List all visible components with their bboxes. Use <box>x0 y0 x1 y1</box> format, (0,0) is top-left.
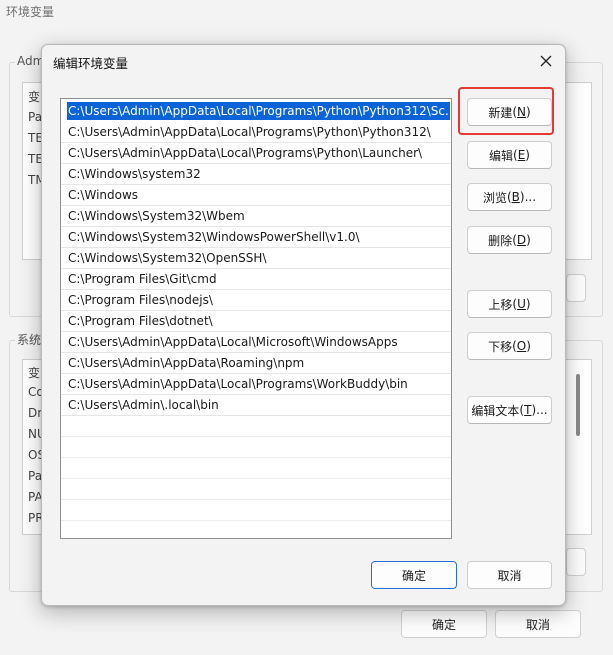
path-list[interactable]: C:\Users\Admin\AppData\Local\Programs\Py… <box>60 98 452 539</box>
empty-row[interactable] <box>61 416 451 437</box>
path-text: C:\Users\Admin\AppData\Local\Programs\Py… <box>67 102 450 120</box>
browse-button[interactable]: 浏览(B)... <box>467 183 552 211</box>
system-var-row: Pa <box>28 469 43 483</box>
path-row[interactable]: C:\Program Files\Git\cmd <box>61 269 451 290</box>
path-row[interactable]: C:\Users\Admin\AppData\Local\Programs\Py… <box>67 101 450 122</box>
ok-button[interactable]: 确定 <box>371 561 457 589</box>
system-var-row: 变 <box>28 366 41 380</box>
path-row[interactable]: C:\Windows\System32\Wbem <box>61 206 451 227</box>
empty-row[interactable] <box>61 500 451 521</box>
background-cancel-button[interactable]: 取消 <box>495 610 581 638</box>
user-variable-button[interactable] <box>566 274 586 302</box>
path-text: C:\Users\Admin\AppData\Local\Programs\Py… <box>68 146 423 160</box>
move-up-button-hotkey: U <box>517 297 526 311</box>
edit-text-button-hotkey: T <box>524 403 532 417</box>
path-row[interactable]: C:\Windows\System32\OpenSSH\ <box>61 248 451 269</box>
new-button-label: 新建 <box>488 105 513 120</box>
path-text: C:\Program Files\Git\cmd <box>68 272 217 286</box>
path-text: C:\Windows\System32\Wbem <box>68 209 245 223</box>
dialog-title: 编辑环境变量 <box>53 56 129 71</box>
empty-row[interactable] <box>61 437 451 458</box>
path-text: C:\Windows\system32 <box>68 167 201 181</box>
path-row[interactable]: C:\Program Files\nodejs\ <box>61 290 451 311</box>
path-text: C:\Windows <box>68 188 139 202</box>
system-variable-button[interactable] <box>566 548 586 576</box>
path-row[interactable]: C:\Windows\system32 <box>61 164 451 185</box>
browse-button-hotkey: B <box>511 190 520 204</box>
path-row[interactable]: C:\Program Files\dotnet\ <box>61 311 451 332</box>
user-var-row: 变 <box>28 90 41 104</box>
close-button[interactable] <box>534 50 558 72</box>
move-up-button-label: 上移 <box>488 297 513 312</box>
path-row[interactable]: C:\Users\Admin\.local\bin <box>61 395 451 416</box>
background-ok-button[interactable]: 确定 <box>401 610 487 638</box>
system-list-scrollbar[interactable] <box>576 374 580 436</box>
browse-button-suffix: ... <box>524 190 537 204</box>
path-text: C:\Program Files\dotnet\ <box>68 314 213 328</box>
path-text: C:\Windows\System32\OpenSSH\ <box>68 251 267 265</box>
new-button[interactable]: 新建(N) <box>467 98 552 126</box>
empty-row[interactable] <box>61 521 451 538</box>
path-text: C:\Windows\System32\WindowsPowerShell\v1… <box>68 230 360 244</box>
path-text: C:\Users\Admin\AppData\Local\Microsoft\W… <box>68 335 398 349</box>
path-row[interactable]: C:\Users\Admin\AppData\Roaming\npm <box>61 353 451 374</box>
user-var-row: Pa <box>28 110 43 124</box>
edit-text-button-label: 编辑文本 <box>471 403 520 418</box>
path-text: C:\Program Files\nodejs\ <box>68 293 213 307</box>
edit-text-button[interactable]: 编辑文本(T)... <box>467 396 552 424</box>
move-down-button[interactable]: 下移(O) <box>467 332 552 360</box>
browse-button-label: 浏览 <box>482 190 507 205</box>
path-text: C:\Users\Admin\.local\bin <box>68 398 219 412</box>
path-text: C:\Users\Admin\AppData\Local\Programs\Py… <box>68 125 431 139</box>
path-row[interactable]: C:\Windows <box>61 185 451 206</box>
new-button-hotkey: N <box>517 105 526 119</box>
close-icon <box>540 55 552 67</box>
cancel-button[interactable]: 取消 <box>467 561 552 589</box>
edit-button-hotkey: E <box>517 148 526 162</box>
edit-button[interactable]: 编辑(E) <box>467 141 552 169</box>
path-text: C:\Users\Admin\AppData\Roaming\npm <box>68 356 305 370</box>
empty-row[interactable] <box>61 458 451 479</box>
move-up-button[interactable]: 上移(U) <box>467 290 552 318</box>
path-row[interactable]: C:\Users\Admin\AppData\Local\Programs\Py… <box>61 143 451 164</box>
system-variables-label: 系统 <box>15 331 44 348</box>
window-title: 环境变量 <box>6 5 55 19</box>
path-text: C:\Users\Admin\AppData\Local\Programs\Wo… <box>68 377 408 391</box>
delete-button[interactable]: 删除(D) <box>467 226 552 254</box>
edit-button-label: 编辑 <box>489 148 514 163</box>
delete-button-label: 删除 <box>488 233 513 248</box>
path-row[interactable]: C:\Users\Admin\AppData\Local\Programs\Py… <box>61 122 451 143</box>
path-row[interactable]: C:\Windows\System32\WindowsPowerShell\v1… <box>61 227 451 248</box>
edit-text-button-suffix: ... <box>536 403 548 417</box>
delete-button-hotkey: D <box>516 233 527 247</box>
edit-environment-variable-dialog: 编辑环境变量 C:\Users\Admin\AppData\Local\Prog… <box>41 44 566 606</box>
empty-row[interactable] <box>61 479 451 500</box>
path-row[interactable]: C:\Users\Admin\AppData\Local\Programs\Wo… <box>61 374 451 395</box>
move-down-button-label: 下移 <box>488 339 513 354</box>
move-down-button-hotkey: O <box>516 339 527 353</box>
path-row[interactable]: C:\Users\Admin\AppData\Local\Microsoft\W… <box>61 332 451 353</box>
